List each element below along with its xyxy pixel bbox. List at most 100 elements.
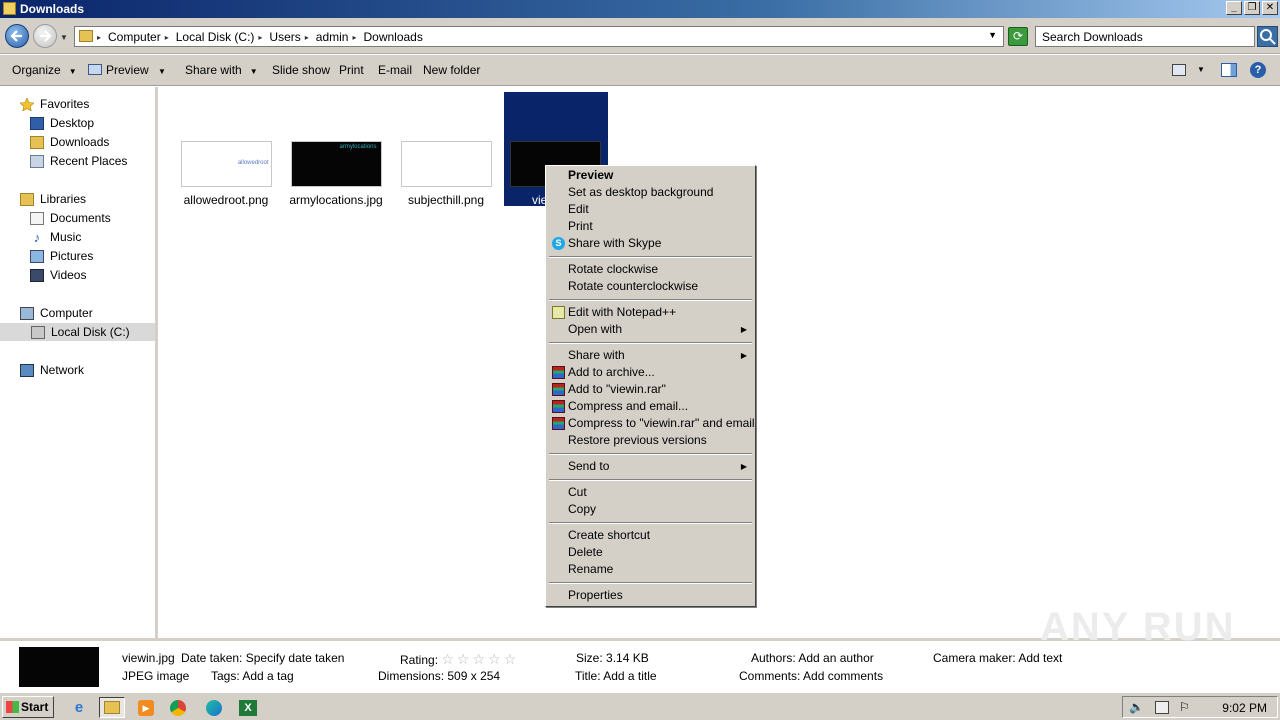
submenu-arrow-icon: ▶ bbox=[740, 462, 747, 471]
menu-rotate-clockwise[interactable]: Rotate clockwise bbox=[548, 261, 753, 278]
menu-label: Add to "viewin.rar" bbox=[568, 382, 666, 396]
nav-computer[interactable]: Computer bbox=[20, 304, 93, 322]
preview-button[interactable]: Preview bbox=[88, 63, 149, 77]
chevron-down-icon[interactable]: ▼ bbox=[1197, 65, 1205, 74]
clock[interactable]: 9:02 PM bbox=[1222, 701, 1267, 715]
crumb-local-disk[interactable]: Local Disk (C:) bbox=[176, 30, 255, 44]
menu-edit-with-notepad[interactable]: Edit with Notepad++ bbox=[548, 304, 753, 321]
search-input[interactable] bbox=[1036, 27, 1236, 46]
details-rating: Rating: ☆☆☆☆☆ bbox=[400, 651, 519, 668]
menu-label: Open with bbox=[568, 322, 623, 336]
organize-menu[interactable]: Organize ▼ bbox=[12, 63, 77, 77]
recent-pages-dropdown-icon[interactable]: ▼ bbox=[60, 33, 68, 42]
comments-value[interactable]: Add comments bbox=[803, 669, 883, 683]
file-name: allowedroot.png bbox=[183, 193, 269, 207]
back-button[interactable] bbox=[5, 24, 29, 48]
email-button[interactable]: E-mail bbox=[378, 63, 412, 77]
nav-recent-places[interactable]: Recent Places bbox=[30, 152, 127, 170]
slide-show-button[interactable]: Slide show bbox=[272, 63, 330, 77]
refresh-button[interactable]: ⟳ bbox=[1008, 27, 1028, 46]
menu-share-with-skype[interactable]: S Share with Skype bbox=[548, 235, 753, 252]
search-button[interactable] bbox=[1257, 26, 1278, 47]
nav-downloads[interactable]: Downloads bbox=[30, 133, 109, 151]
media-player-icon[interactable]: ▶ bbox=[135, 697, 157, 718]
minimize-button[interactable]: _ bbox=[1226, 1, 1242, 15]
chrome-icon[interactable] bbox=[167, 697, 189, 718]
nav-local-disk[interactable]: Local Disk (C:) bbox=[0, 323, 155, 341]
forward-button[interactable] bbox=[33, 24, 57, 48]
address-bar[interactable]: ▸ Computer ▸ Local Disk (C:) ▸ Users ▸ a… bbox=[74, 26, 1004, 47]
chevron-right-icon[interactable]: ▸ bbox=[165, 33, 169, 42]
chevron-right-icon[interactable]: ▸ bbox=[97, 33, 101, 42]
menu-compress-and-email[interactable]: Compress and email... bbox=[548, 398, 753, 415]
nav-videos[interactable]: Videos bbox=[30, 266, 86, 284]
speaker-icon[interactable]: 🔈 bbox=[1129, 701, 1144, 714]
menu-delete[interactable]: Delete bbox=[548, 544, 753, 561]
network-tray-icon[interactable] bbox=[1155, 701, 1169, 714]
help-icon[interactable]: ? bbox=[1250, 62, 1266, 78]
tags-value[interactable]: Add a tag bbox=[242, 669, 293, 683]
nav-network[interactable]: Network bbox=[20, 361, 84, 379]
new-folder-button[interactable]: New folder bbox=[423, 63, 480, 77]
file-armylocations[interactable]: armylocations armylocations.jpg bbox=[284, 141, 388, 207]
menu-set-desktop-background[interactable]: Set as desktop background bbox=[548, 184, 753, 201]
nav-music[interactable]: ♪ Music bbox=[30, 228, 82, 246]
title-value[interactable]: Add a title bbox=[603, 669, 656, 683]
share-with-menu[interactable]: Share with ▼ bbox=[185, 63, 258, 77]
menu-cut[interactable]: Cut bbox=[548, 484, 753, 501]
file-subjecthill[interactable]: subjecthill.png bbox=[394, 141, 498, 207]
menu-rotate-counterclockwise[interactable]: Rotate counterclockwise bbox=[548, 278, 753, 295]
menu-restore-previous-versions[interactable]: Restore previous versions bbox=[548, 432, 753, 449]
menu-send-to[interactable]: Send to ▶ bbox=[548, 458, 753, 475]
menu-compress-rar-email[interactable]: Compress to "viewin.rar" and email bbox=[548, 415, 755, 432]
edge-icon[interactable] bbox=[203, 697, 225, 718]
menu-open-with[interactable]: Open with ▶ bbox=[548, 321, 753, 338]
crumb-downloads[interactable]: Downloads bbox=[363, 30, 422, 44]
print-button[interactable]: Print bbox=[339, 63, 364, 77]
address-dropdown-icon[interactable]: ▼ bbox=[988, 30, 997, 40]
menu-share-with[interactable]: Share with ▶ bbox=[548, 347, 753, 364]
start-button[interactable]: Start bbox=[2, 696, 54, 718]
details-size: Size: 3.14 KB bbox=[576, 651, 649, 665]
preview-pane-icon[interactable] bbox=[1221, 63, 1237, 77]
nav-favorites[interactable]: Favorites bbox=[20, 95, 89, 113]
chevron-right-icon[interactable]: ▸ bbox=[258, 33, 262, 42]
camera-maker-value[interactable]: Add text bbox=[1018, 651, 1062, 665]
menu-preview[interactable]: Preview bbox=[548, 167, 753, 184]
menu-properties[interactable]: Properties bbox=[548, 587, 753, 604]
preview-dropdown[interactable]: ▼ bbox=[158, 63, 166, 77]
details-label: Dimensions: bbox=[378, 669, 445, 683]
crumb-admin[interactable]: admin bbox=[316, 30, 349, 44]
restore-button[interactable]: ❐ bbox=[1244, 1, 1260, 15]
thumbnail-text: allowedroot bbox=[237, 160, 269, 166]
close-button[interactable]: ✕ bbox=[1262, 1, 1278, 15]
menu-add-to-archive[interactable]: Add to archive... bbox=[548, 364, 753, 381]
internet-explorer-icon[interactable]: e bbox=[68, 697, 90, 718]
menu-separator bbox=[549, 453, 752, 455]
chevron-right-icon[interactable]: ▸ bbox=[305, 33, 309, 42]
change-view-icon[interactable] bbox=[1172, 64, 1186, 76]
flag-icon[interactable]: ⚐ bbox=[1179, 701, 1193, 714]
chevron-right-icon[interactable]: ▸ bbox=[352, 33, 356, 42]
crumb-computer[interactable]: Computer bbox=[108, 30, 161, 44]
menu-rename[interactable]: Rename bbox=[548, 561, 753, 578]
authors-value[interactable]: Add an author bbox=[798, 651, 873, 665]
window-title: Downloads bbox=[20, 2, 85, 16]
menu-print[interactable]: Print bbox=[548, 218, 753, 235]
rating-stars[interactable]: ☆☆☆☆☆ bbox=[441, 651, 519, 667]
crumb-users[interactable]: Users bbox=[269, 30, 300, 44]
menu-edit[interactable]: Edit bbox=[548, 201, 753, 218]
nav-pictures[interactable]: Pictures bbox=[30, 247, 93, 265]
menu-copy[interactable]: Copy bbox=[548, 501, 753, 518]
nav-libraries[interactable]: Libraries bbox=[20, 190, 86, 208]
file-allowedroot[interactable]: allowedroot allowedroot.png bbox=[174, 141, 278, 207]
menu-create-shortcut[interactable]: Create shortcut bbox=[548, 527, 753, 544]
date-taken-value[interactable]: Specify date taken bbox=[246, 651, 345, 665]
menu-add-to-rar[interactable]: Add to "viewin.rar" bbox=[548, 381, 753, 398]
nav-desktop[interactable]: Desktop bbox=[30, 114, 94, 132]
chevron-down-icon: ▼ bbox=[68, 67, 77, 76]
nav-documents[interactable]: Documents bbox=[30, 209, 111, 227]
details-filename: viewin.jpg bbox=[122, 651, 175, 665]
explorer-taskbar-button[interactable] bbox=[99, 697, 125, 718]
excel-icon[interactable]: X bbox=[237, 697, 259, 718]
